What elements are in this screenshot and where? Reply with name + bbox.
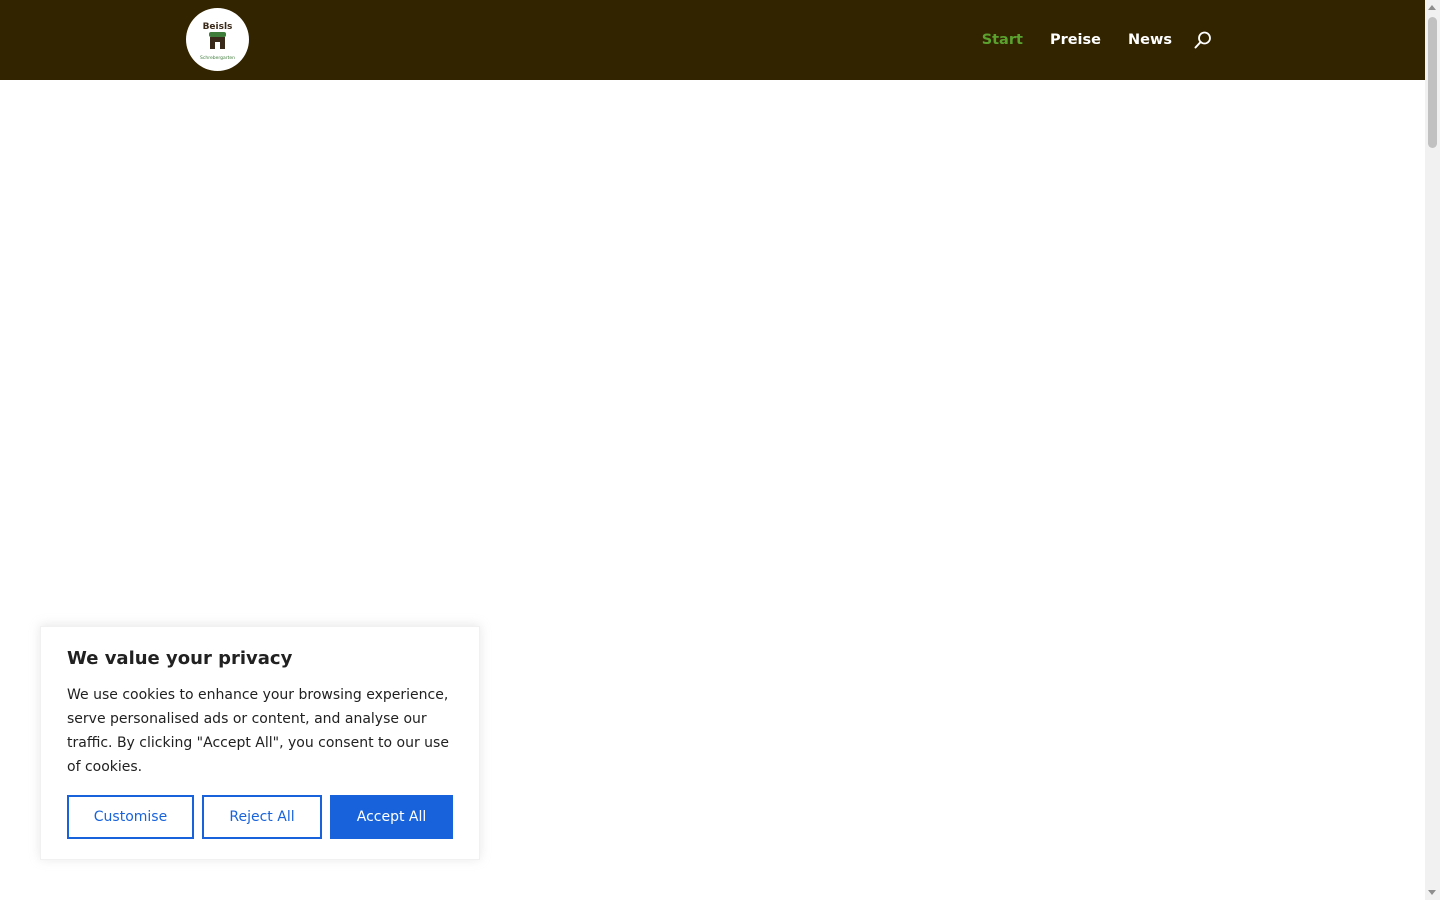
reject-all-button[interactable]: Reject All: [202, 795, 322, 839]
cookie-consent-banner: We value your privacy We use cookies to …: [40, 626, 480, 860]
customise-button[interactable]: Customise: [67, 795, 194, 839]
scroll-down-icon[interactable]: [1428, 890, 1436, 895]
accept-all-button[interactable]: Accept All: [330, 795, 453, 839]
logo-text: Beisls: [203, 22, 233, 32]
logo-icon: Beisls Schrebergarten: [200, 22, 235, 61]
cookie-description: We use cookies to enhance your browsing …: [67, 687, 449, 775]
site-header: Beisls Schrebergarten Start Preise News: [0, 0, 1425, 80]
nav-item-start[interactable]: Start: [982, 32, 1023, 48]
cookie-title: We value your privacy: [67, 648, 293, 669]
logo-subtext: Schrebergarten: [200, 55, 235, 61]
site-logo[interactable]: Beisls Schrebergarten: [186, 8, 249, 71]
page-scrollbar[interactable]: [1425, 0, 1440, 900]
scroll-thumb[interactable]: [1428, 17, 1437, 148]
nav-item-preise[interactable]: Preise: [1050, 32, 1101, 48]
page: Beisls Schrebergarten Start Preise News: [0, 0, 1440, 900]
nav-item-news[interactable]: News: [1128, 32, 1172, 48]
scroll-up-icon[interactable]: [1428, 5, 1436, 10]
main-nav: Start Preise News: [955, 0, 1213, 80]
search-icon[interactable]: [1193, 30, 1213, 50]
cookie-buttons: Customise Reject All Accept All: [67, 795, 453, 839]
